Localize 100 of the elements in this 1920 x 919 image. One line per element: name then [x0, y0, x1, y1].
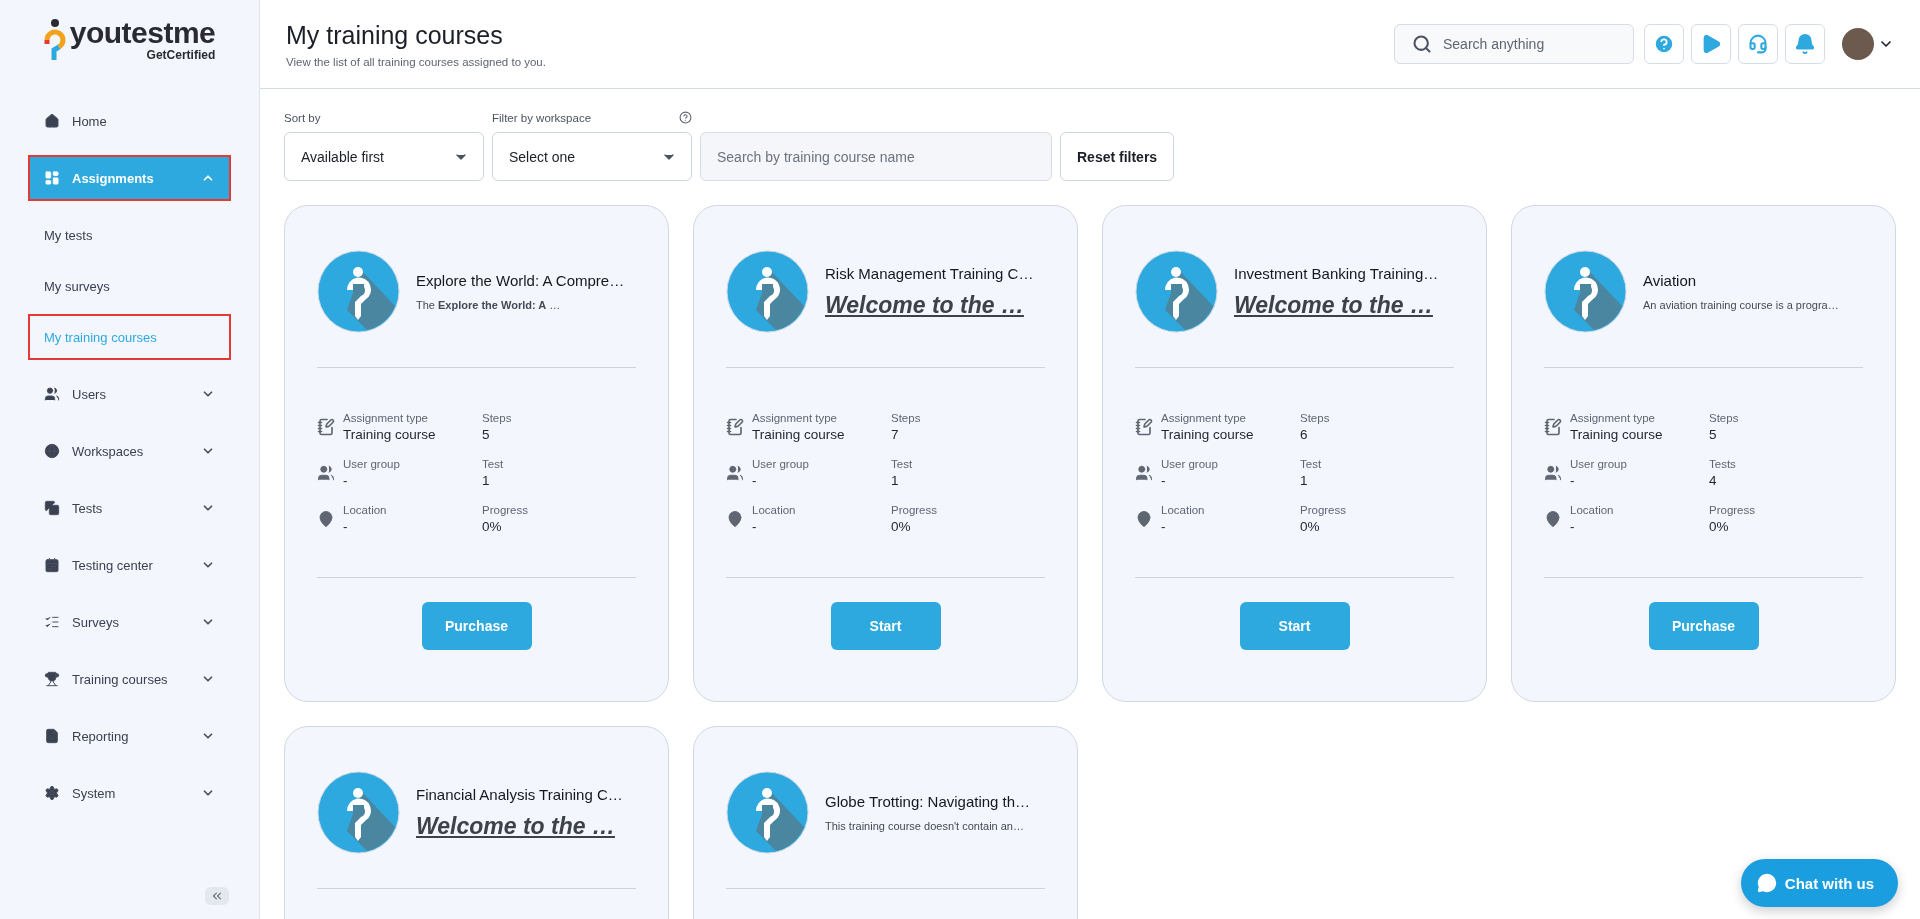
stat-value: Training course	[1570, 427, 1664, 442]
headset-icon	[1748, 34, 1768, 54]
stat-value: 0%	[482, 519, 503, 534]
sidebar-item[interactable]: System	[30, 772, 229, 814]
stat-label: Tests	[1709, 458, 1737, 470]
course-title: Globe Trotting: Navigating th…	[825, 793, 1031, 810]
stat-label: Progress	[1300, 504, 1348, 516]
course-description: This training course doesn't contain an…	[825, 820, 1025, 832]
sidebar-item[interactable]: Home	[30, 100, 229, 142]
sidebar-item[interactable]: Workspaces	[30, 430, 229, 472]
sidebar-item[interactable]: Users	[30, 373, 229, 415]
sidebar-item[interactable]: My surveys	[30, 265, 229, 307]
stat-value: 1	[1300, 473, 1309, 488]
stat-value: 4	[1709, 473, 1718, 488]
stat-value: 6	[1300, 427, 1309, 442]
stat-label: Progress	[891, 504, 939, 516]
stat-value: -	[343, 519, 349, 534]
headset-button[interactable]	[1738, 24, 1778, 64]
notepad-icon	[317, 418, 335, 436]
trophy-icon	[44, 671, 60, 687]
map-pin-icon	[317, 510, 335, 528]
stat-label: Location	[343, 504, 388, 516]
copy-icon	[44, 500, 60, 516]
stat-value: 0%	[1300, 519, 1321, 534]
stat-label: Progress	[482, 504, 530, 516]
stat-label: Location	[752, 504, 797, 516]
sidebar-item[interactable]: My tests	[30, 214, 229, 256]
course-logo-icon	[726, 771, 809, 854]
sidebar-item[interactable]: Surveys	[30, 601, 229, 643]
stat-value: -	[752, 519, 758, 534]
notifications-button[interactable]	[1785, 24, 1825, 64]
sidebar-item[interactable]: Testing center	[30, 544, 229, 586]
page-subtitle: View the list of all training courses assigned to you.	[286, 55, 547, 68]
logo-text: youtestme	[69, 18, 216, 48]
course-description: Welcome to the …	[416, 812, 616, 840]
stat-label: Assignment type	[1161, 412, 1247, 424]
logo-tagline: GetCertified	[146, 48, 216, 62]
stat-value: -	[1161, 519, 1167, 534]
stat-label: Assignment type	[343, 412, 429, 424]
home-icon	[44, 113, 60, 129]
stat-value: -	[752, 473, 758, 488]
course-logo-icon	[726, 250, 809, 333]
stat-label: Steps	[1709, 412, 1740, 424]
field-label: Filter by workspace	[492, 111, 592, 124]
play-button[interactable]	[1691, 24, 1731, 64]
stat-value: Training course	[1161, 427, 1255, 442]
stat-value: 0%	[1709, 519, 1730, 534]
reset-filters-button[interactable]: Reset filters	[1060, 132, 1175, 181]
help-button[interactable]	[1644, 24, 1684, 64]
search-field[interactable]: Search anything	[1394, 24, 1634, 64]
course-title: Explore the World: A Compre…	[416, 272, 625, 289]
sidebar-item[interactable]: Reporting	[30, 715, 229, 757]
stat-label: User group	[1570, 458, 1628, 470]
stat-label: Assignment type	[752, 412, 838, 424]
search-field[interactable]: Search by training course name	[700, 132, 1052, 181]
calendar-icon	[44, 557, 60, 573]
stat-label: Location	[1570, 504, 1615, 516]
course-logo-icon	[1135, 250, 1218, 333]
course-logo-icon	[317, 771, 400, 854]
stat-value: 1	[891, 473, 900, 488]
course-title: Risk Management Training C…	[825, 264, 1034, 282]
stat-label: Test	[482, 458, 505, 470]
users-icon	[44, 386, 60, 402]
help-icon	[1653, 33, 1675, 55]
stat-label: User group	[343, 458, 401, 470]
workspace-select[interactable]: Select one	[492, 132, 692, 181]
course-title: Financial Analysis Training C…	[416, 785, 623, 803]
bell-icon	[1794, 33, 1816, 55]
course-description: An aviation training course is a progra…	[1643, 299, 1839, 311]
map-pin-icon	[726, 510, 744, 528]
sidebar-item[interactable]: Tests	[30, 487, 229, 529]
stat-label: Progress	[1709, 504, 1757, 516]
notepad-icon	[1135, 418, 1153, 436]
logo-icon	[43, 18, 66, 62]
stat-value: -	[343, 473, 349, 488]
stat-label: Test	[1300, 458, 1323, 470]
stat-value: 7	[891, 427, 900, 442]
sidebar-item[interactable]: Training courses	[30, 658, 229, 700]
users-icon	[726, 464, 744, 482]
help-icon[interactable]	[679, 111, 692, 124]
users-icon	[1135, 464, 1153, 482]
users-icon	[1544, 464, 1562, 482]
avatar[interactable]	[1842, 28, 1874, 60]
stat-label: Steps	[1300, 412, 1331, 424]
sort-select[interactable]: Available first	[284, 132, 484, 181]
globe-icon	[44, 443, 60, 459]
users-icon	[317, 464, 335, 482]
stat-label: Test	[891, 458, 914, 470]
stat-value: Training course	[343, 427, 437, 442]
list-icon	[44, 614, 60, 630]
collapse-button[interactable]	[205, 887, 229, 905]
stat-label: Location	[1161, 504, 1206, 516]
course-logo-icon	[317, 250, 400, 333]
page-title: My training courses	[286, 20, 504, 50]
stat-label: Steps	[482, 412, 513, 424]
stat-label: User group	[1161, 458, 1219, 470]
notepad-icon	[1544, 418, 1562, 436]
stat-label: Assignment type	[1570, 412, 1656, 424]
course-description: The Explore the World: A …	[416, 299, 562, 311]
report-icon	[44, 728, 60, 744]
